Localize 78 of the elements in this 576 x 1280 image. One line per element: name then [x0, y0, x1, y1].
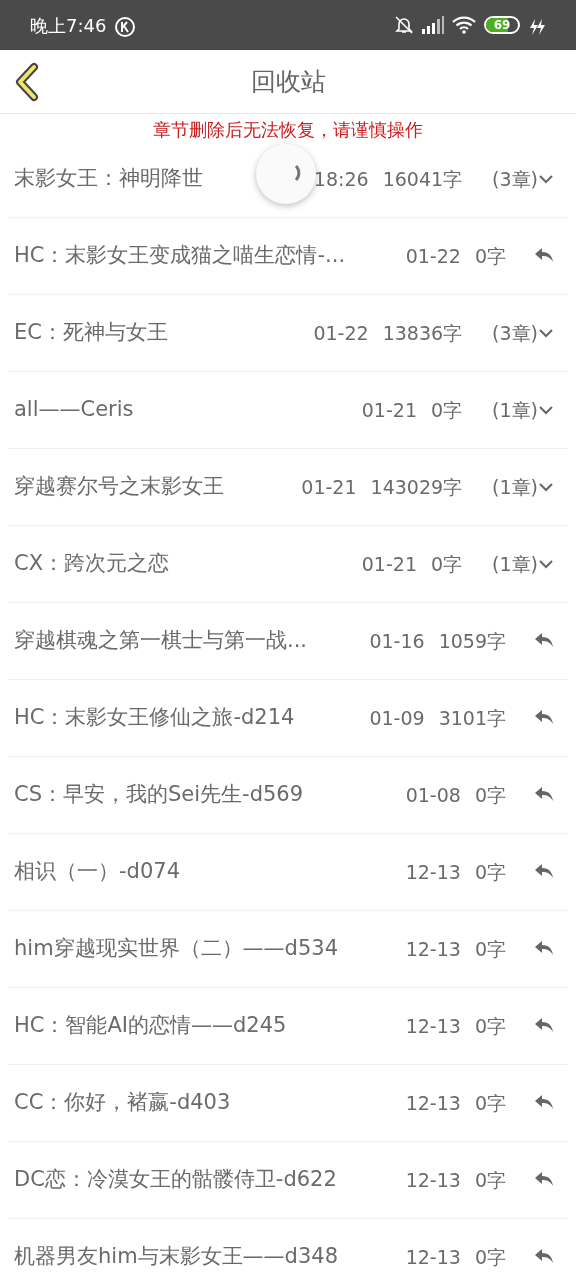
charging-icon [528, 17, 546, 36]
date-text: 01-22 [405, 243, 461, 269]
word-count: 1059字 [438, 628, 506, 654]
list-row[interactable]: HC：末影女王修仙之旅-d214 01-09 3101字 [8, 680, 568, 757]
word-count: 0字 [474, 859, 506, 885]
date-text: 01-21 [301, 474, 357, 500]
book-title: 机器男友him与末影女王——d348 [14, 1243, 338, 1271]
list-row[interactable]: CX：跨次元之恋 01-21 0字 (1章) [8, 526, 568, 603]
word-count: 0字 [474, 1013, 506, 1039]
word-count: 0字 [474, 1090, 506, 1116]
page-title: 回收站 [250, 65, 326, 98]
date-text: 12-13 [405, 859, 461, 885]
list-row[interactable]: 穿越赛尔号之末影女王 01-21 143029字 (1章) [8, 449, 568, 526]
word-count: 0字 [474, 243, 506, 269]
book-title: CX：跨次元之恋 [14, 550, 170, 578]
date-text: 12-13 [405, 1013, 461, 1039]
list-row[interactable]: 相识（一）-d074 12-13 0字 [8, 834, 568, 911]
word-count: 3101字 [438, 705, 506, 731]
list-row[interactable]: him穿越现实世界（二）——d534 12-13 0字 [8, 911, 568, 988]
chevron-down-icon [538, 404, 554, 416]
word-count: 0字 [474, 1167, 506, 1193]
chapters-toggle[interactable]: (3章) [492, 318, 554, 348]
battery-indicator: 69 [484, 16, 520, 34]
list-row[interactable]: CC：你好，褚嬴-d403 12-13 0字 [8, 1065, 568, 1142]
book-title: CS：早安，我的Sei先生-d569 [14, 781, 304, 809]
word-count: 0字 [431, 397, 463, 423]
book-title: 穿越棋魂之第一棋士与第一战... [14, 627, 308, 655]
bell-muted-icon [394, 15, 414, 35]
book-title: 末影女王：神明降世 [14, 165, 203, 193]
chapters-toggle[interactable]: (1章) [492, 395, 554, 425]
date-text: 01-22 [313, 320, 369, 346]
status-time: 晚上7:46 [30, 13, 107, 38]
wifi-icon [452, 16, 476, 34]
date-text: 12-13 [405, 936, 461, 962]
list-row[interactable]: CS：早安，我的Sei先生-d569 01-08 0字 [8, 757, 568, 834]
chevron-down-icon [538, 327, 554, 339]
chevron-down-icon [538, 173, 554, 185]
word-count: 16041字 [382, 166, 463, 192]
book-title: CC：你好，褚嬴-d403 [14, 1089, 231, 1117]
list-row[interactable]: EC：死神与女王 01-22 13836字 (3章) [8, 295, 568, 372]
book-title: 穿越赛尔号之末影女王 [14, 473, 224, 501]
list-row[interactable]: HC：智能AI的恋情——d245 12-13 0字 [8, 988, 568, 1065]
date-text: 12-13 [405, 1090, 461, 1116]
list-row[interactable]: 机器男友him与末影女王——d348 12-13 0字 [8, 1219, 568, 1280]
word-count: 0字 [474, 936, 506, 962]
date-text: 12-13 [405, 1167, 461, 1193]
word-count: 0字 [474, 782, 506, 808]
book-title: 相识（一）-d074 [14, 858, 180, 886]
list-row[interactable]: all——Ceris 01-21 0字 (1章) [8, 372, 568, 449]
book-title: EC：死神与女王 [14, 319, 168, 347]
chevron-down-icon [538, 558, 554, 570]
date-text: 01-09 [369, 705, 425, 731]
chapters-toggle[interactable]: (3章) [492, 164, 554, 194]
date-text: 01-21 [361, 397, 417, 423]
list-row[interactable]: DC恋：冷漠女王的骷髅侍卫-d622 12-13 0字 [8, 1142, 568, 1219]
date-text: 18:26 [313, 166, 369, 192]
date-text: 01-21 [361, 551, 417, 577]
date-text: 01-16 [369, 628, 425, 654]
circle-k-icon [114, 15, 137, 38]
date-text: 01-08 [405, 782, 461, 808]
date-text: 12-13 [405, 1244, 461, 1270]
word-count: 0字 [431, 551, 463, 577]
list-row[interactable]: 穿越棋魂之第一棋士与第一战... 01-16 1059字 [8, 603, 568, 680]
signal-icon [422, 16, 444, 34]
warning-text: 章节删除后无法恢复，请谨慎操作 [152, 118, 424, 141]
word-count: 0字 [474, 1244, 506, 1270]
chevron-down-icon [538, 481, 554, 493]
book-title: HC：末影女王修仙之旅-d214 [14, 704, 295, 732]
book-title: him穿越现实世界（二）——d534 [14, 935, 338, 963]
book-title: all——Ceris [14, 396, 134, 424]
chapters-toggle[interactable]: (1章) [492, 549, 554, 579]
word-count: 13836字 [382, 320, 463, 346]
list-row[interactable]: HC：末影女王变成猫之喵生恋情-... 01-22 0字 [8, 218, 568, 295]
book-title: HC：末影女王变成猫之喵生恋情-... [14, 242, 346, 270]
book-title: DC恋：冷漠女王的骷髅侍卫-d622 [14, 1166, 337, 1194]
book-title: HC：智能AI的恋情——d245 [14, 1012, 287, 1040]
chapters-toggle[interactable]: (1章) [492, 472, 554, 502]
word-count: 143029字 [370, 474, 463, 500]
